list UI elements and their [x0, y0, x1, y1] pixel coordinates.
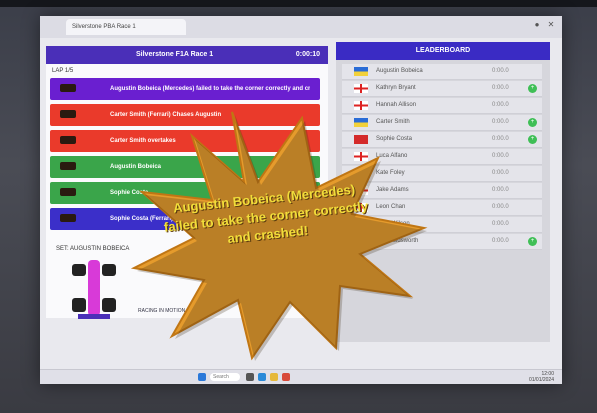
driver-time: 0:00.0: [492, 187, 509, 193]
edge-icon[interactable]: [258, 373, 266, 381]
car-icon: [60, 188, 76, 196]
driver-time: 0:00.0: [492, 238, 509, 244]
car-icon: [60, 110, 76, 118]
race-title: Silverstone F1A Race 1: [136, 51, 214, 58]
browser-chrome: Silverstone PBA Race 1 ● ✕: [40, 16, 562, 38]
browser-tab[interactable]: Silverstone PBA Race 1: [66, 19, 186, 35]
taskbar: Search 12:00 01/01/2024: [40, 369, 562, 384]
task-view-icon[interactable]: [246, 373, 254, 381]
driver-time: 0:00.0: [492, 170, 509, 176]
car-icon: [60, 84, 76, 92]
position-gain-icon: +: [528, 84, 537, 93]
tracking-label: SET: AUGUSTIN BOBEICA: [56, 246, 130, 252]
ukraine-flag-icon: [354, 67, 368, 76]
lap-counter: LAP 1/5: [52, 68, 74, 74]
f1-car-illustration: [72, 260, 116, 319]
chrome-icon[interactable]: [282, 373, 290, 381]
car-icon: [60, 214, 76, 222]
driver-time: 0:00.0: [492, 102, 509, 108]
car-icon: [60, 136, 76, 144]
leaderboard-title: LEADERBOARD: [336, 42, 550, 60]
taskbar-search[interactable]: Search: [210, 373, 240, 381]
driver-time: 0:00.0: [492, 204, 509, 210]
england-flag-icon: [354, 84, 368, 93]
taskbar-clock: 12:00 01/01/2024: [529, 371, 554, 383]
race-header: Silverstone F1A Race 1 0:00:10: [46, 46, 328, 64]
profile-icon[interactable]: ●: [532, 20, 542, 30]
clock-date: 01/01/2024: [528, 377, 554, 383]
driver-time: 0:00.0: [492, 119, 509, 125]
top-frame: [0, 0, 597, 7]
driver-time: 0:00.0: [492, 85, 509, 91]
position-gain-icon: +: [528, 237, 537, 246]
leaderboard-row: Augustin Bobeica 0:00.0: [342, 64, 542, 80]
driver-time: 0:00.0: [492, 136, 509, 142]
car-icon: [60, 162, 76, 170]
driver-time: 0:00.0: [492, 221, 509, 227]
position-gain-icon: +: [528, 118, 537, 127]
folder-icon[interactable]: [270, 373, 278, 381]
leaderboard-row: Kathryn Bryant 0:00.0 +: [342, 81, 542, 97]
driver-name: Augustin Bobeica: [376, 68, 423, 74]
driver-name: Kathryn Bryant: [376, 85, 416, 91]
driver-time: 0:00.0: [492, 153, 509, 159]
driver-time: 0:00.0: [492, 68, 509, 74]
position-gain-icon: +: [528, 135, 537, 144]
close-icon[interactable]: ✕: [546, 20, 556, 30]
start-icon[interactable]: [198, 373, 206, 381]
race-timer: 0:00:10: [295, 51, 320, 58]
